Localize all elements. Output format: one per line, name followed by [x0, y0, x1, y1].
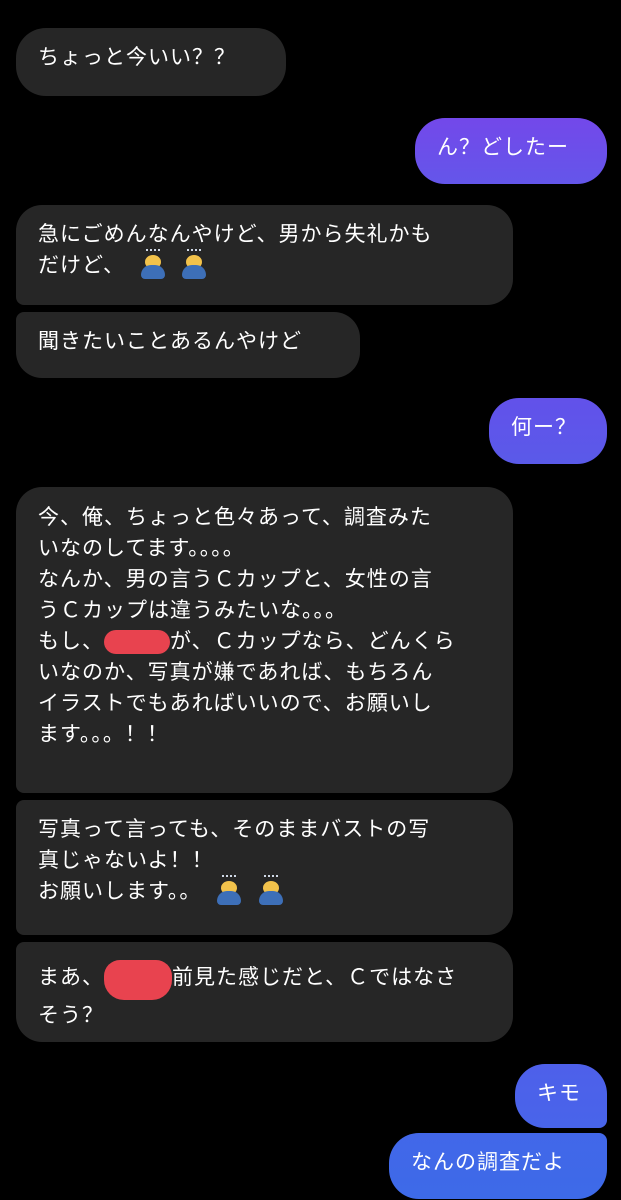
message-incoming[interactable]: 急にごめんなんやけど、男から失礼かも だけど、	[16, 205, 513, 305]
message-text: 前見た感じだと、Ｃではなさ	[172, 965, 458, 989]
message-text: が、Ｃカップなら、どんくら	[170, 629, 456, 653]
redaction-mark	[104, 630, 170, 654]
message-outgoing[interactable]: キモ	[515, 1064, 607, 1128]
message-text: そう？	[38, 1003, 104, 1027]
message-text: ん？どしたー	[437, 135, 569, 159]
person-bowing-icon	[180, 249, 208, 281]
message-text: いなのしてます。。。。	[38, 536, 245, 560]
message-text-line: だけど、	[38, 249, 491, 281]
message-text: 真じゃないよ！！	[38, 848, 214, 872]
message-outgoing[interactable]: ん？どしたー	[415, 118, 607, 184]
message-text: なんか、男の言うＣカップと、女性の言	[38, 567, 433, 591]
message-text: イラストでもあればいいので、お願いし	[38, 691, 433, 715]
message-text: ます。。。！！	[38, 722, 169, 746]
person-bowing-icon	[257, 875, 285, 907]
message-outgoing[interactable]: 何ー？	[489, 398, 607, 464]
message-outgoing[interactable]: なんの調査だよ	[389, 1133, 607, 1199]
message-incoming[interactable]: ちょっと今いい？？	[16, 28, 286, 96]
message-text: なんの調査だよ	[411, 1150, 565, 1174]
message-text-line: もし、 が、Ｃカップなら、どんくら	[38, 626, 491, 657]
message-text: うＣカップは違うみたいな。。。	[38, 598, 347, 622]
chat-thread: ちょっと今いい？？ ん？どしたー 急にごめんなんやけど、男から失礼かも だけど、…	[0, 0, 621, 1200]
message-text: ちょっと今いい？？	[38, 45, 236, 69]
message-text: キモ	[537, 1081, 581, 1105]
message-text: お願いします。。	[38, 879, 202, 903]
message-incoming[interactable]: 聞きたいことあるんやけど	[16, 312, 360, 378]
message-text: 聞きたいことあるんやけど	[38, 329, 302, 353]
message-incoming[interactable]: 今、俺、ちょっと色々あって、調査みた いなのしてます。。。。 なんか、男の言うＣ…	[16, 487, 513, 793]
message-text: 写真って言っても、そのままバストの写	[38, 817, 431, 841]
message-text: いなのか、写真が嫌であれば、もちろん	[38, 660, 434, 684]
message-text: だけど、	[38, 253, 125, 277]
message-text: 今、俺、ちょっと色々あって、調査みた	[38, 505, 432, 529]
person-bowing-icon	[215, 875, 243, 907]
person-bowing-icon	[139, 249, 167, 281]
message-text: まあ、	[38, 965, 104, 989]
message-text-line: お願いします。。	[38, 875, 491, 907]
message-incoming[interactable]: まあ、 前見た感じだと、Ｃではなさ そう？	[16, 942, 513, 1042]
message-text-line: まあ、 前見た感じだと、Ｃではなさ	[38, 956, 491, 1000]
message-incoming[interactable]: 写真って言っても、そのままバストの写 真じゃないよ！！ お願いします。。	[16, 800, 513, 935]
message-text: もし、	[38, 629, 104, 653]
message-text: 何ー？	[511, 415, 577, 439]
redaction-mark	[104, 960, 172, 1000]
message-text: 急にごめんなんやけど、男から失礼かも	[38, 222, 433, 246]
